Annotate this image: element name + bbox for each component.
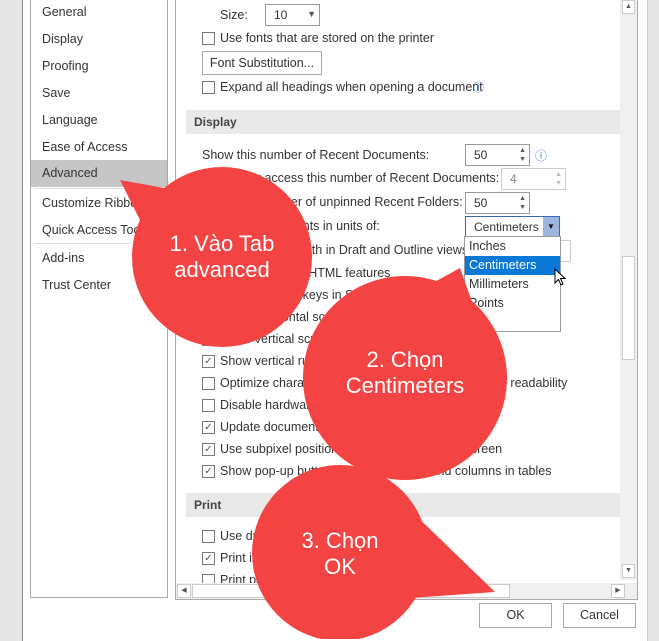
quick-access-spinner: 4 ▲ ▼: [501, 168, 566, 190]
disable-hw-accel-checkbox[interactable]: [202, 399, 215, 412]
sidebar-item-general[interactable]: General: [31, 0, 167, 26]
units-dropdown-list: Inches Centimeters Millimeters Points: [464, 236, 561, 332]
mouse-cursor-icon: [554, 268, 567, 286]
size-select[interactable]: 10 ▼: [265, 4, 320, 26]
callout-1-text: 1. Vào Tab advanced: [169, 231, 275, 282]
recent-folders-label: Show this number of unpinned Recent Fold…: [202, 195, 463, 209]
spin-arrows-icon: ▲ ▼: [555, 171, 562, 187]
horizontal-scroll-checkbox[interactable]: ✓: [202, 311, 215, 324]
draft-quality-checkbox[interactable]: [202, 530, 215, 543]
units-value: Centimeters: [474, 220, 539, 234]
expand-headings-checkbox[interactable]: [202, 81, 215, 94]
callout-2-text: 2. Chọn Centimeters: [345, 347, 465, 398]
print-section-header: Print: [186, 493, 620, 517]
options-sidebar: General Display Proofing Save Language E…: [30, 0, 168, 598]
units-select[interactable]: Centimeters ▼: [465, 216, 560, 238]
vertical-scrollbar[interactable]: ▲ ▼: [620, 0, 637, 580]
units-option-points[interactable]: Points: [465, 294, 560, 313]
cancel-button[interactable]: Cancel: [563, 603, 636, 628]
size-value: 10: [274, 8, 288, 22]
scroll-up-icon[interactable]: ▲: [622, 0, 635, 14]
units-option-inches[interactable]: Inches: [465, 237, 560, 256]
size-label: Size:: [220, 8, 248, 22]
advanced-options-panel: Size: 10 ▼ Use fonts that are stored on t…: [175, 0, 638, 600]
use-printer-fonts-label: Use fonts that are stored on the printer: [220, 31, 435, 45]
update-dragging-label: Update document content while dragging: [220, 420, 448, 434]
subpixel-checkbox[interactable]: ✓: [202, 443, 215, 456]
popup-buttons-label: Show pop-up buttons for adding rows and …: [220, 464, 552, 478]
scrollbar-thumb[interactable]: [622, 256, 635, 360]
vertical-scroll-label: Show vertical scroll bar: [220, 332, 349, 346]
scrollbar-thumb[interactable]: [192, 584, 510, 598]
scroll-left-icon[interactable]: ◀: [177, 584, 191, 598]
recent-docs-label: Show this number of Recent Documents:: [202, 148, 430, 162]
chevron-down-icon[interactable]: ▼: [543, 217, 559, 237]
print-background-checkbox[interactable]: ✓: [202, 552, 215, 565]
sidebar-item-proofing[interactable]: Proofing: [31, 53, 167, 80]
sidebar-divider: [34, 188, 164, 189]
shortcut-keys-label: Show shortcut keys in ScreenTips: [220, 288, 408, 302]
info-icon[interactable]: ⓘ: [535, 147, 547, 164]
sidebar-item-save[interactable]: Save: [31, 80, 167, 107]
sidebar-item-ease-of-access[interactable]: Ease of Access: [31, 134, 167, 161]
info-icon[interactable]: ⓘ: [473, 79, 484, 95]
font-substitution-button[interactable]: Font Substitution...: [202, 51, 322, 75]
horizontal-scrollbar[interactable]: ◀ ▶: [176, 583, 637, 599]
sidebar-item-customize-ribbon[interactable]: Customize Ribbon: [31, 190, 167, 217]
quick-access-value: 4: [510, 172, 517, 186]
recent-docs-spinner[interactable]: 50 ▲ ▼: [465, 144, 530, 166]
scroll-down-icon[interactable]: ▼: [622, 564, 635, 578]
callout-3-text: 3. Chọn OK: [301, 528, 379, 579]
shortcut-keys-checkbox[interactable]: ✓: [202, 289, 215, 302]
recent-folders-spinner[interactable]: 50 ▲ ▼: [465, 192, 530, 214]
spin-arrows-icon: ▲ ▼: [519, 195, 526, 211]
sidebar-item-language[interactable]: Language: [31, 107, 167, 134]
disable-hw-accel-label: Disable hardware graphics acceleration: [220, 398, 439, 412]
vertical-ruler-checkbox[interactable]: ✓: [202, 355, 215, 368]
quick-access-label: Quickly access this number of Recent Doc…: [220, 171, 500, 185]
units-option-centimeters[interactable]: Centimeters: [465, 256, 560, 275]
horizontal-scroll-label: Show horizontal scroll bar: [220, 310, 364, 324]
units-option-millimeters[interactable]: Millimeters: [465, 275, 560, 294]
display-section-header: Display: [186, 110, 620, 134]
expand-headings-label: Expand all headings when opening a docum…: [220, 80, 483, 94]
popup-buttons-checkbox[interactable]: ✓: [202, 465, 215, 478]
ok-button[interactable]: OK: [479, 603, 552, 628]
recent-folders-value: 50: [474, 196, 488, 210]
sidebar-item-display[interactable]: Display: [31, 26, 167, 53]
update-dragging-checkbox[interactable]: ✓: [202, 421, 215, 434]
vertical-scroll-checkbox[interactable]: ✓: [202, 333, 215, 346]
subpixel-label: Use subpixel positioning to smooth fonts…: [220, 442, 503, 456]
chevron-down-icon: ▼: [307, 9, 316, 19]
sidebar-item-advanced[interactable]: Advanced: [31, 160, 167, 187]
recent-docs-value: 50: [474, 148, 488, 162]
optimize-positioning-checkbox[interactable]: [202, 377, 215, 390]
spin-arrows-icon: ▲ ▼: [519, 147, 526, 163]
quick-access-checkbox[interactable]: [202, 172, 215, 185]
scroll-right-icon[interactable]: ▶: [611, 584, 625, 598]
use-printer-fonts-checkbox[interactable]: [202, 32, 215, 45]
